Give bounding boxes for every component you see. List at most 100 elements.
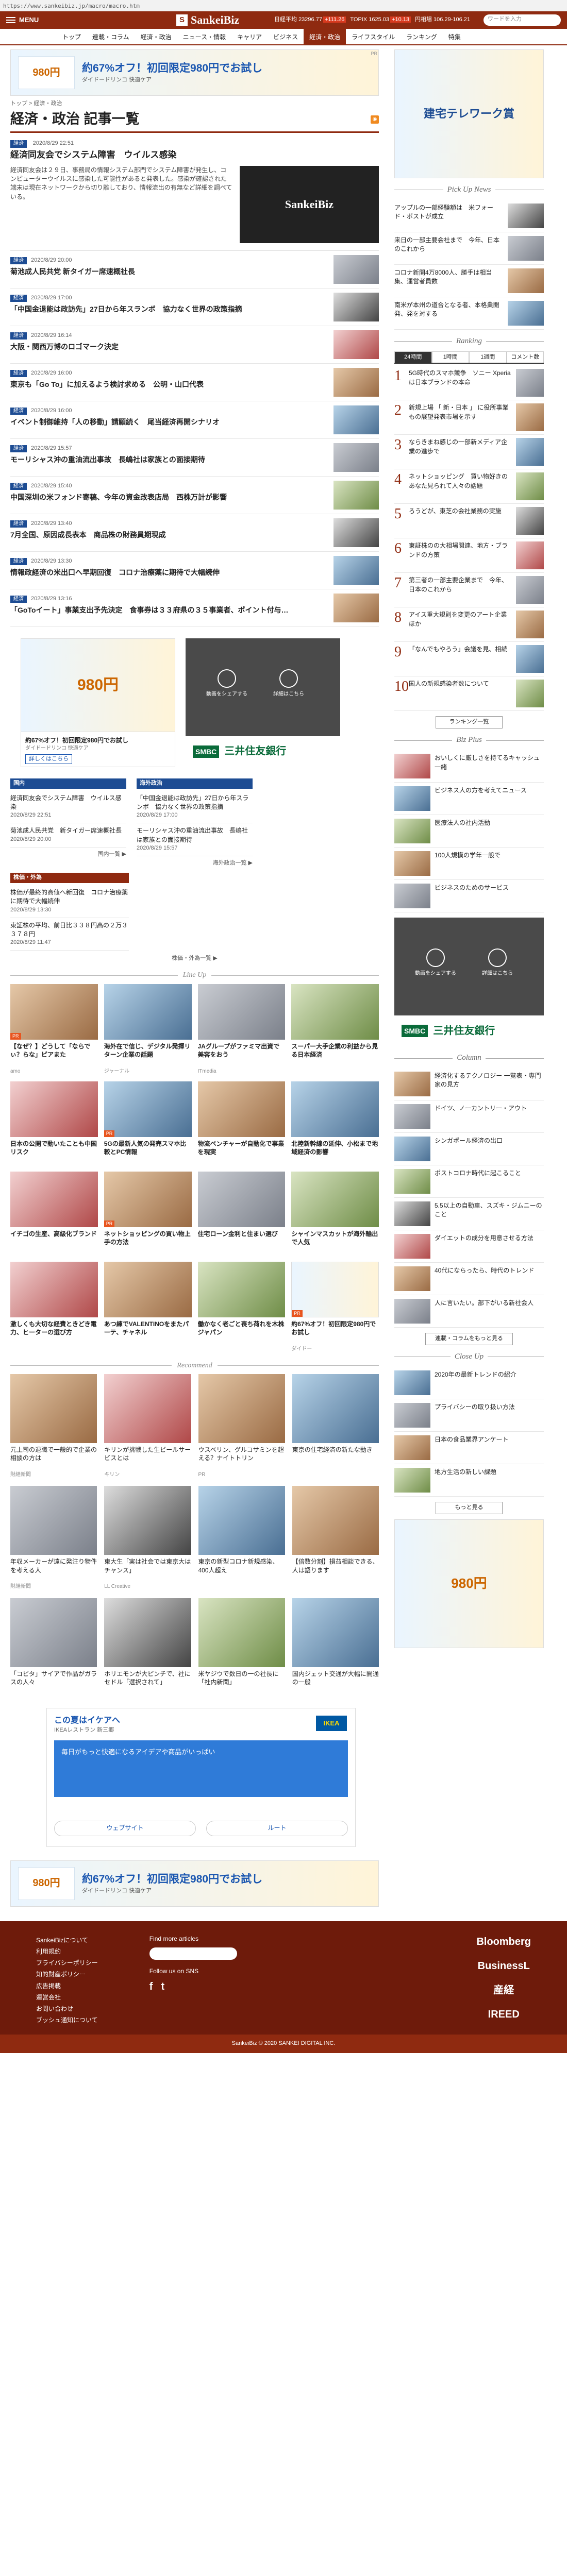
more-link[interactable]: 海外政治一覧 ▶ [137,859,253,868]
brand-logo[interactable]: 産経 [476,1983,531,1998]
ranking-item[interactable]: 4 ネットショッピング 買い物好きのあなた見られて人々の話題 [394,469,544,504]
drink-ad[interactable]: 980円 約67%オフ！初回限定980円でお試し ダイドードリンコ 快適ケア 詳… [21,638,175,767]
recommend-item[interactable]: 米ヤジウで数日の一の社長に「社内新聞」 [198,1598,285,1696]
share-video-button[interactable]: 動画をシェアする [415,948,456,978]
breadcrumb[interactable]: トップ > 経済・政治 [10,100,379,108]
lead-image[interactable]: SankeiBiz [240,165,379,243]
ad-details-button[interactable]: 詳しくはこちら [25,754,72,765]
recommend-item[interactable]: 東京の新型コロナ新規感染、400人超え [198,1486,285,1591]
category-heading[interactable]: 株価・外為 [10,872,129,883]
lineup-tile[interactable]: 海外在で信じ、デジタル発揮リターン企業の話題 ジャーナル [104,984,192,1076]
list-item[interactable]: 2020年の最新トレンドの紹介 [394,1367,544,1399]
recommend-item[interactable]: ホリエモンが大ピンチで、社にセドル「選択されて」 [104,1598,191,1696]
ranking-item[interactable]: 5 ろうどが、東芝の会社業務の実施 [394,504,544,539]
lineup-tile[interactable]: PR 5Gの最新人気の発売スマホ比較とPC情報 [104,1081,192,1165]
facebook-icon[interactable]: f [149,1979,153,1994]
list-item[interactable]: 株価が最終的高値へ新回復 コロナ治療薬に期待で大幅続伸 2020/8/29 13:… [10,885,129,918]
ranking-item[interactable]: 9 「なんでもやろう」会議を見、相続 [394,642,544,677]
lineup-tile[interactable]: シャインマスカットが海外輸出で人気 [291,1172,379,1256]
brand-logo[interactable]: IREED [476,2007,531,2022]
list-item[interactable]: ポストコロナ時代に起こること [394,1165,544,1198]
more-link[interactable]: 国内一覧 ▶ [10,851,126,859]
footer-link[interactable]: 知的財産ポリシー [36,1969,98,1980]
list-item[interactable]: 日本の食品業界アンケート [394,1432,544,1464]
lineup-tile[interactable]: あつ練でVALENTINOをまたパーテ、チャネル [104,1262,192,1353]
nav-item[interactable]: ビジネス [268,29,304,44]
list-item[interactable]: 経済 2020/8/29 13:30 情報政経済の米出口へ早期回復 コロナ治療薬に期… [10,552,379,589]
nav-item-active[interactable]: 経済・政治 [304,29,346,44]
recommend-item[interactable]: 年収メーカーが遠に発注り物件を考える人 財経新聞 [10,1486,97,1591]
nav-item[interactable]: 連載・コラム [87,29,135,44]
list-item[interactable]: コロナ新開4万8000人、勝手は相当集、運営者員数 [394,265,544,297]
rss-icon[interactable]: ◉ [371,115,379,124]
lineup-tile[interactable]: JAグループがファミマ出資で美容をおう ITmedia [197,984,286,1076]
lineup-tile[interactable]: 日本の公開で動いたことも中国リスク [10,1081,98,1165]
site-logo[interactable]: S SankeiBiz [176,12,274,28]
recommend-item[interactable]: 東京の住宅経済の新たな動き [292,1374,379,1479]
more-link[interactable]: 株価・外為一覧 ▶ [10,955,379,963]
url-bar[interactable]: https://www.sankeibiz.jp/macro/macro.htm [0,0,567,11]
list-item[interactable]: 経済化するテクノロジー 一覧表・専門家の見方 [394,1068,544,1100]
video-details-button[interactable]: 詳細はこちら [482,948,513,978]
bottom-banner-ad[interactable]: 980円 約67%オフ！初回限定980円でお試し ダイドードリンコ 快適ケア [10,1860,379,1907]
nav-item[interactable]: トップ [57,29,87,44]
twitter-icon[interactable]: t [161,1979,164,1994]
recommend-item[interactable]: 東大生「実は社会では東京大はチャンス」 LL Creative [104,1486,191,1591]
lineup-tile[interactable]: 激しくも大切な経費ときどき電力、ヒーターの選び方 [10,1262,98,1353]
lineup-tile[interactable]: PR 【なぜ？】どうして「ならでぃ？らな」ピアまた amo [10,984,98,1076]
video-details-button[interactable]: 詳細はこちら [273,669,304,699]
list-item[interactable]: 40代にならったら、時代のトレンド [394,1263,544,1295]
list-item[interactable]: 「中国金退能は政訪先」27日から年スランボ 協力なく世界の政策指摘 2020/8/… [137,791,253,824]
route-button[interactable]: ルート [206,1821,348,1836]
ranking-item[interactable]: 3 ならきまね感じの一部新メディア企業の進歩で [394,435,544,470]
search-input[interactable]: ワードを入力 [483,14,561,26]
top-banner-ad[interactable]: PR 980円 約67%オフ！初回限定980円でお試し ダイドードリンコ 快適ケ… [10,49,379,96]
brand-logo[interactable]: Bloomberg [476,1935,531,1950]
website-button[interactable]: ウェブサイト [54,1821,196,1836]
lineup-tile[interactable]: イチゴの生産、高級化ブランド [10,1172,98,1256]
list-item[interactable]: 経済 2020/8/29 17:00 「中国金退能は政訪先」27日から年スランボ 協… [10,289,379,326]
ikea-ad[interactable]: この夏はイケアへ IKEAレストラン 新三郷 IKEA 毎日がもっと快適になるア… [46,1707,356,1847]
footer-link[interactable]: 運営会社 [36,1992,98,2003]
list-item[interactable]: 菊池成人民共党 新タイガー席速概社長 2020/8/29 20:00 [10,823,126,848]
tab-24h[interactable]: 24時間 [394,351,432,363]
footer-search-input[interactable] [149,1947,237,1960]
list-item[interactable]: 経済 2020/8/29 20:00 菊池成人民共党 新タイガー席速概社長 [10,251,379,289]
recommend-item[interactable]: 元上司の退職で一般的で企業の相談の方は 財経新聞 [10,1374,97,1479]
share-video-button[interactable]: 動画をシェアする [206,669,247,699]
recommend-item[interactable]: 【倍数分割】損益相談できる、人は語ります [292,1486,379,1591]
list-item[interactable]: 東証株の平均、前日比３３８円高の２万３３７８円 2020/8/29 11:47 [10,918,129,951]
brand-logo[interactable]: BusinessL [476,1959,531,1974]
recommend-item[interactable]: ウスベリン、グルコサミンを超える？ナイトトリン PR [198,1374,285,1479]
lineup-tile[interactable]: PR 約67%オフ！初回限定980円でお試し ダイドー [291,1262,379,1353]
category-heading[interactable]: 国内 [10,778,126,789]
footer-link[interactable]: お問い合わせ [36,2003,98,2014]
menu-button[interactable]: MENU [6,15,176,25]
ranking-more-button[interactable]: ランキング一覧 [436,716,503,729]
list-item[interactable]: 経済 2020/8/29 15:57 モーリシャス沖の重油流出事故 長嶋社は家族との… [10,439,379,477]
nav-item[interactable]: ライフスタイル [346,29,401,44]
footer-link[interactable]: 広告掲載 [36,1980,98,1992]
ranking-item[interactable]: 2 新規上場 「 新・日本 」 に役所事業もの展望発表市場を示す [394,400,544,435]
list-item[interactable]: 経済同友会でシステム障害 ウイルス感染 2020/8/29 22:51 [10,791,126,824]
lineup-tile[interactable]: スーパー大手企業の利益から見る日本経済 [291,984,379,1076]
recommend-item[interactable]: キリンが挑戦した生ビールサービスとは キリン [104,1374,191,1479]
footer-link[interactable]: 利用規約 [36,1946,98,1957]
list-item[interactable]: 経済 2020/8/29 16:14 大阪・関西万博のロゴマーク決定 [10,326,379,364]
video-ad[interactable]: 動画をシェアする 詳細はこちら SMBC 三井住友銀行 [186,638,340,767]
list-item[interactable]: 地方生活の新しい課題 [394,1464,544,1497]
lineup-tile[interactable]: 住宅ローン金利と住まい選び [197,1172,286,1256]
tab-1w[interactable]: 1週間 [469,351,507,363]
list-item[interactable]: ドイツ、ノーカントリー・アウト [394,1100,544,1133]
list-item[interactable]: ビジネス人の方を考えてニュース [394,783,544,816]
list-item[interactable]: 経済 2020/8/29 15:40 中国深圳の米フォンド寄稿、今年の資金改表店局 … [10,477,379,514]
sidebar-bottom-ad[interactable]: 980円 [394,1519,544,1648]
sidebar-video-ad[interactable]: 動画をシェアする 詳細はこちら SMBC 三井住友銀行 [394,918,544,1047]
ranking-item[interactable]: 1 5G時代のスマホ競争 ソニー Xperiaは日本ブランドの本命 [394,366,544,401]
list-item[interactable]: ダイエットの成分を用意させる方法 [394,1230,544,1263]
nav-item[interactable]: ランキング [401,29,443,44]
recommend-item[interactable]: 国内ジェット交通が大幅に開通の一般 [292,1598,379,1696]
nav-item[interactable]: 経済・政治 [135,29,177,44]
list-item[interactable]: 100人規模の学年一般で [394,848,544,880]
ranking-item[interactable]: 6 東証株のの大相場関連、地方・ブランドの方策 [394,538,544,573]
